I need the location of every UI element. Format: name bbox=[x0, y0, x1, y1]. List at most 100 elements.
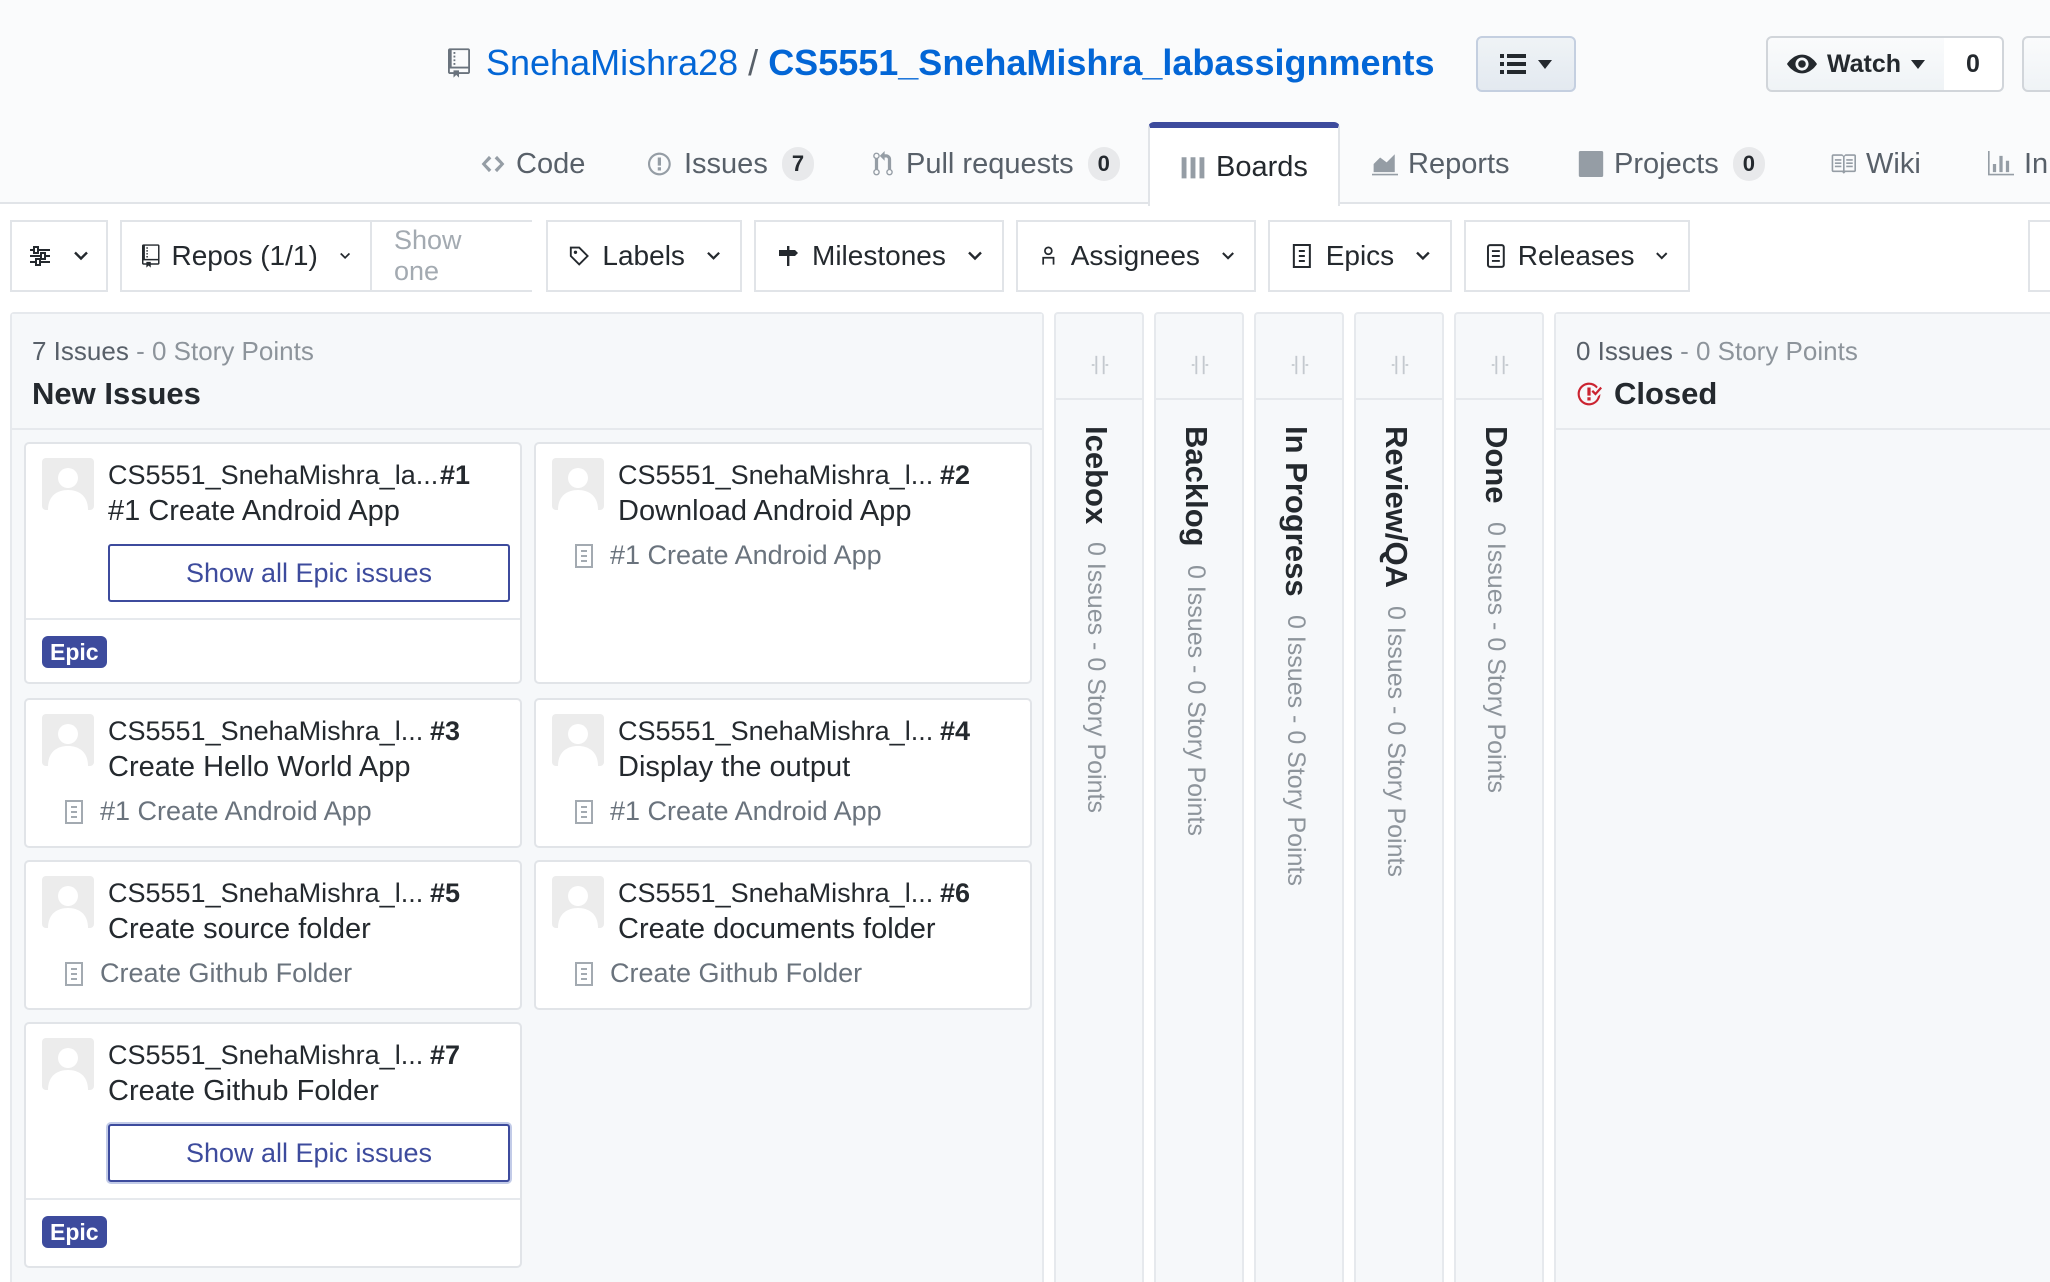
card-epic-name: #1 Create Android App bbox=[610, 540, 882, 570]
repo-name-link[interactable]: CS5551_SnehaMishra_labassignments bbox=[768, 42, 1434, 84]
pipeline-meta: 0 Issues - 0 Story Points bbox=[1182, 564, 1210, 836]
git-pull-request-icon bbox=[873, 151, 893, 176]
pipeline-name: Closed bbox=[1614, 376, 1718, 411]
search-button[interactable] bbox=[2028, 220, 2050, 292]
expand-pipeline-icon[interactable] bbox=[1289, 354, 1311, 376]
tab-code[interactable]: Code bbox=[480, 124, 585, 204]
card-repo-name: CS5551_SnehaMishra_l... bbox=[108, 716, 424, 746]
card-issue-number: #3 bbox=[430, 716, 461, 746]
milestone-icon bbox=[779, 246, 798, 266]
pipeline-header: 7 Issues - 0 Story Points New Issues bbox=[12, 314, 1042, 430]
chevron-down-icon bbox=[1911, 59, 1926, 69]
chevron-down-icon bbox=[1656, 252, 1668, 260]
person-icon bbox=[1042, 246, 1055, 265]
milestones-filter-button[interactable]: Milestones bbox=[754, 220, 1004, 292]
card-epic-name: Create Github Folder bbox=[100, 958, 353, 988]
issue-card[interactable]: CS5551_SnehaMishra_l... #5 Create source… bbox=[24, 860, 522, 1010]
tag-icon bbox=[569, 246, 589, 266]
issue-card[interactable]: CS5551_SnehaMishra_l... #6 Create docume… bbox=[534, 860, 1032, 1010]
card-repo-name: CS5551_SnehaMishra_la... bbox=[108, 460, 439, 490]
tab-boards[interactable]: Boards bbox=[1148, 122, 1340, 206]
card-issue-number: #4 bbox=[940, 716, 971, 746]
chevron-down-icon bbox=[707, 251, 720, 260]
pipeline-in-progress[interactable]: In Progress 0 Issues - 0 Story Points bbox=[1254, 312, 1344, 1282]
card-epic-name: #1 Create Android App bbox=[100, 796, 372, 826]
pipeline-new-issues: 7 Issues - 0 Story Points New Issues CS5… bbox=[10, 312, 1044, 1282]
repos-filter-button[interactable]: Repos (1/1) bbox=[120, 220, 372, 292]
avatar bbox=[552, 458, 604, 510]
card-epic-link[interactable]: #1 Create Android App bbox=[64, 796, 372, 827]
card-repo-name: CS5551_SnehaMishra_l... bbox=[618, 460, 934, 490]
meta-separator: - bbox=[1680, 336, 1689, 366]
watch-label: Watch bbox=[1826, 49, 1902, 78]
pipeline-vertical-label: Done 0 Issues - 0 Story Points bbox=[1478, 426, 1514, 792]
chevron-down-icon bbox=[74, 251, 88, 261]
epics-filter-button[interactable]: Epics bbox=[1268, 220, 1452, 292]
card-repo-name: CS5551_SnehaMishra_l... bbox=[618, 878, 934, 908]
chevron-down-icon bbox=[1222, 252, 1234, 260]
expand-pipeline-icon[interactable] bbox=[1189, 354, 1211, 376]
list-menu-button[interactable] bbox=[1476, 36, 1576, 92]
pipeline-name: Icebox bbox=[1079, 426, 1114, 525]
issue-card[interactable]: CS5551_SnehaMishra_l... #4 Display the o… bbox=[534, 698, 1032, 848]
tab-pull-requests[interactable]: Pull requests 0 bbox=[870, 124, 1120, 204]
tab-label: Code bbox=[516, 147, 586, 180]
tab-issues[interactable]: Issues 7 bbox=[648, 124, 815, 204]
labels-filter-button[interactable]: Labels bbox=[546, 220, 742, 292]
pipeline-review-qa[interactable]: Review/QA 0 Issues - 0 Story Points bbox=[1354, 312, 1444, 1282]
pipeline-icebox[interactable]: Icebox 0 Issues - 0 Story Points bbox=[1054, 312, 1144, 1282]
repo-icon bbox=[142, 244, 160, 268]
avatar bbox=[42, 1038, 94, 1090]
tab-insights[interactable]: In bbox=[1988, 124, 2048, 204]
release-icon bbox=[1486, 244, 1505, 268]
watch-count[interactable]: 0 bbox=[1944, 36, 2004, 92]
repo-owner-link[interactable]: SnehaMishra28 bbox=[486, 42, 738, 84]
project-icon bbox=[1578, 151, 1604, 177]
assignees-filter-label: Assignees bbox=[1070, 240, 1200, 271]
expand-pipeline-icon[interactable] bbox=[1089, 354, 1111, 376]
releases-filter-button[interactable]: Releases bbox=[1464, 220, 1690, 292]
tab-projects[interactable]: Projects 0 bbox=[1578, 124, 1766, 204]
expand-pipeline-icon[interactable] bbox=[1489, 354, 1511, 376]
card-title: Create Github Folder bbox=[108, 1075, 379, 1107]
star-button[interactable] bbox=[2022, 36, 2050, 92]
tab-wiki[interactable]: Wiki bbox=[1830, 124, 1921, 204]
watch-button[interactable]: Watch bbox=[1766, 36, 1946, 92]
milestones-filter-label: Milestones bbox=[812, 240, 946, 271]
tab-label: Boards bbox=[1216, 150, 1308, 183]
card-repo-name: CS5551_SnehaMishra_l... bbox=[108, 878, 424, 908]
pipeline-name: Backlog bbox=[1179, 426, 1214, 547]
card-epic-link[interactable]: Create Github Folder bbox=[574, 958, 862, 989]
expand-pipeline-icon[interactable] bbox=[1389, 354, 1411, 376]
pipeline-done[interactable]: Done 0 Issues - 0 Story Points bbox=[1454, 312, 1544, 1282]
card-epic-link[interactable]: Create Github Folder bbox=[64, 958, 352, 989]
filter-settings-button[interactable] bbox=[10, 220, 108, 292]
card-epic-link[interactable]: #1 Create Android App bbox=[574, 796, 882, 827]
avatar bbox=[42, 458, 94, 510]
epic-icon bbox=[575, 961, 593, 986]
assignees-filter-button[interactable]: Assignees bbox=[1016, 220, 1256, 292]
tab-reports[interactable]: Reports bbox=[1372, 124, 1510, 204]
card-epic-link[interactable]: #1 Create Android App bbox=[574, 540, 882, 571]
pull-requests-counter: 0 bbox=[1087, 147, 1120, 181]
card-epic-name: Create Github Folder bbox=[610, 958, 863, 988]
pipeline-vertical-label: In Progress 0 Issues - 0 Story Points bbox=[1278, 426, 1314, 886]
issue-card[interactable]: CS5551_SnehaMishra_l... #2 Download Andr… bbox=[534, 442, 1032, 684]
tab-label: Pull requests bbox=[906, 147, 1074, 180]
show-one-input[interactable]: Show one bbox=[372, 220, 532, 292]
chevron-down-icon bbox=[967, 251, 982, 261]
issue-card[interactable]: CS5551_SnehaMishra_la... #1 #1 Create An… bbox=[24, 442, 522, 684]
repo-header: SnehaMishra28 / CS5551_SnehaMishra_labas… bbox=[0, 0, 2050, 206]
boards-icon bbox=[1181, 157, 1205, 179]
issue-card[interactable]: CS5551_SnehaMishra_l... #7 Create Github… bbox=[24, 1022, 522, 1268]
epic-icon bbox=[575, 543, 593, 568]
tab-label: Wiki bbox=[1866, 147, 1921, 180]
card-epic-name: #1 Create Android App bbox=[610, 796, 882, 826]
issue-card[interactable]: CS5551_SnehaMishra_l... #3 Create Hello … bbox=[24, 698, 522, 848]
pipeline-backlog[interactable]: Backlog 0 Issues - 0 Story Points bbox=[1154, 312, 1244, 1282]
pipeline-board: 7 Issues - 0 Story Points New Issues CS5… bbox=[0, 306, 2050, 1282]
pipeline-meta: 0 Issues - 0 Story Points bbox=[1282, 614, 1310, 886]
pipeline-meta: 0 Issues - 0 Story Points bbox=[1482, 521, 1510, 793]
show-epic-issues-button[interactable]: Show all Epic issues bbox=[108, 1124, 510, 1182]
show-epic-issues-button[interactable]: Show all Epic issues bbox=[108, 544, 510, 602]
